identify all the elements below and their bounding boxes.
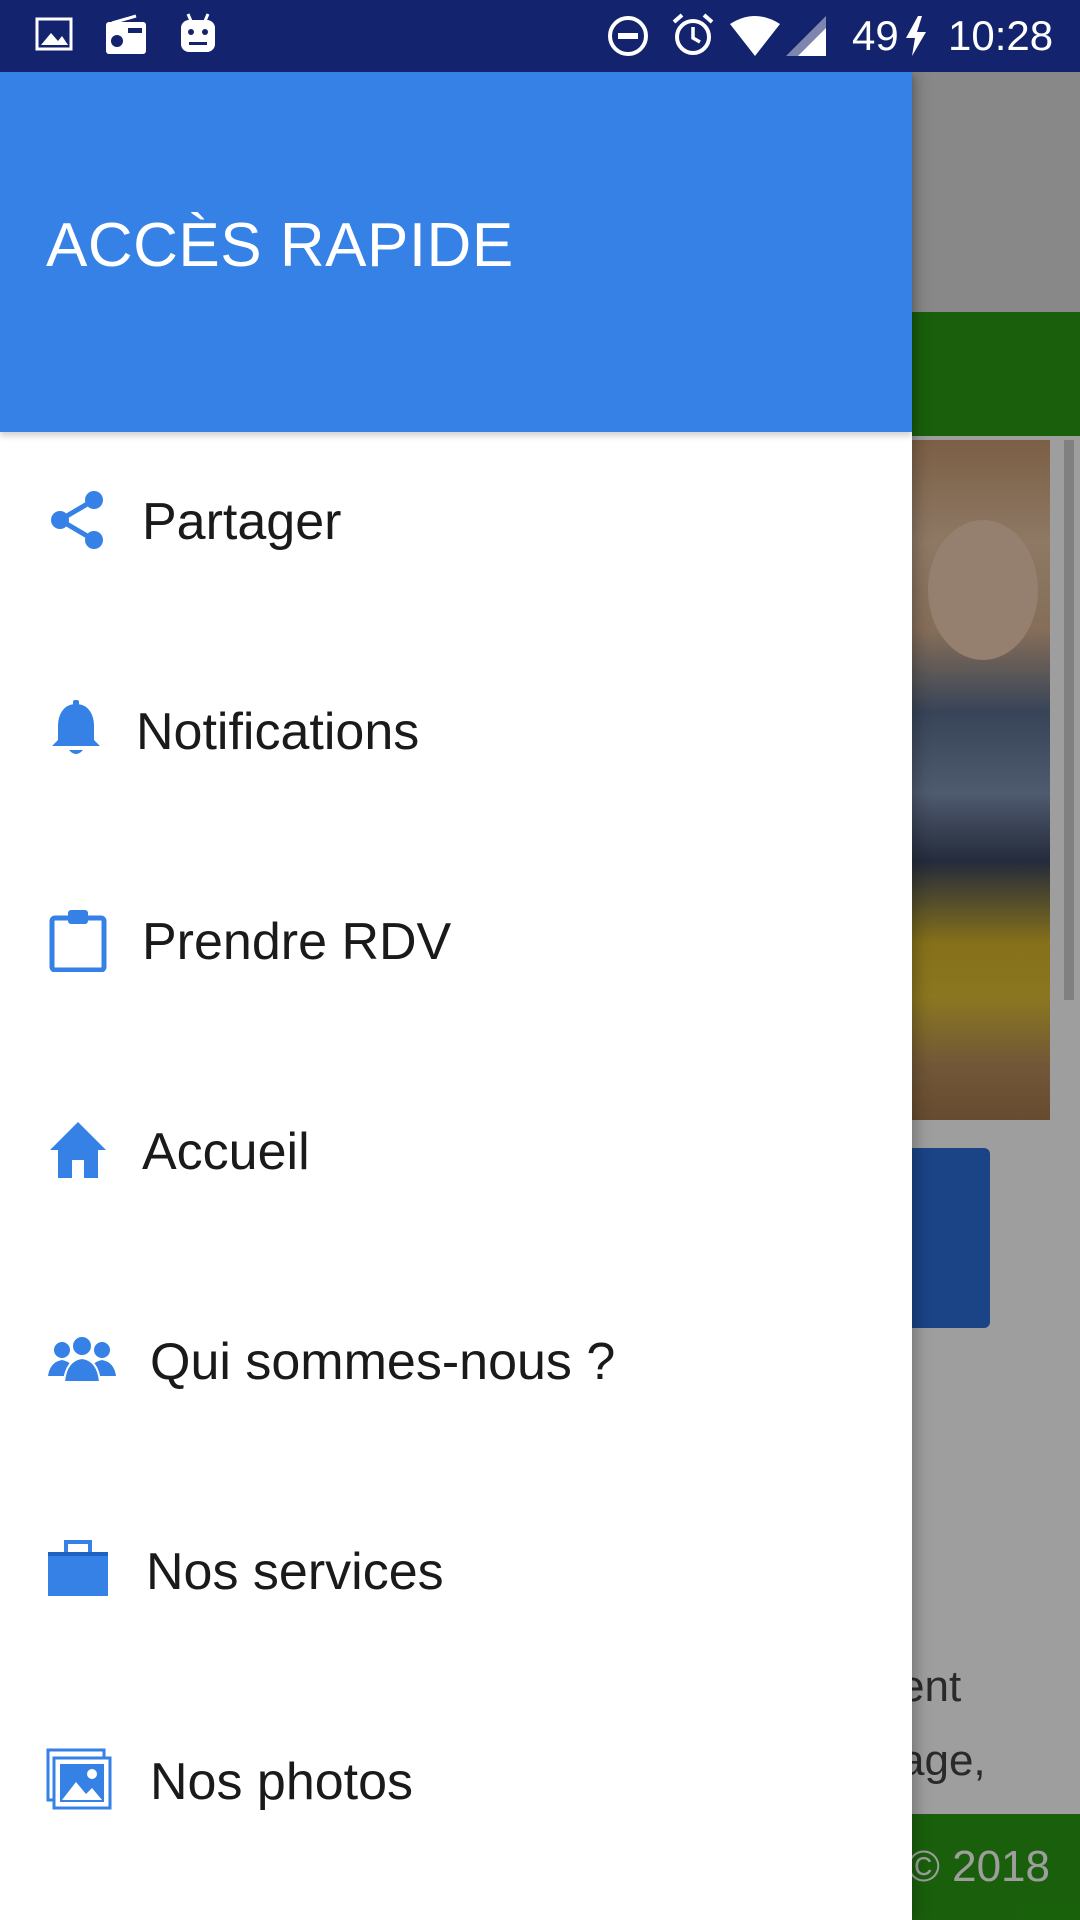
menu-item-label: Qui sommes-nous ?: [150, 1333, 616, 1391]
menu-item-qui-sommes-nous[interactable]: Qui sommes-nous ?: [0, 1272, 912, 1482]
image-icon: [35, 17, 73, 51]
menu-item-label: Notifications: [136, 703, 420, 761]
status-bar: 49 10:28: [0, 0, 1080, 72]
group-icon: [48, 1335, 116, 1383]
charging-icon: [906, 16, 926, 56]
drawer-header: ACCÈS RAPIDE: [0, 72, 912, 432]
menu-item-nos-services[interactable]: Nos services: [0, 1482, 912, 1692]
menu-item-label: Nos photos: [150, 1753, 414, 1811]
clipboard-icon: [49, 910, 107, 972]
radio-icon: [106, 14, 146, 54]
menu-item-prendre-rdv[interactable]: Prendre RDV: [0, 852, 912, 1062]
battery-level: 49: [852, 12, 899, 59]
menu-item-nos-photos[interactable]: Nos photos: [0, 1692, 912, 1902]
briefcase-icon: [48, 1540, 108, 1596]
screen: 49 10:28 ent age, © 2018 ACCÈS RAPIDE Pa…: [0, 0, 1080, 1920]
menu-item-partager[interactable]: Partager: [0, 432, 912, 642]
menu-item-label: Prendre RDV: [142, 913, 452, 971]
do-not-disturb-icon: [608, 16, 648, 56]
signal-icon: [786, 16, 826, 56]
menu-item-label: Partager: [142, 493, 342, 551]
share-icon: [51, 491, 103, 549]
menu-item-label: Accueil: [142, 1123, 310, 1181]
photos-icon: [46, 1748, 112, 1810]
navigation-drawer: ACCÈS RAPIDE Partager Notifications Pren…: [0, 72, 912, 1920]
drawer-menu: Partager Notifications Prendre RDV Accue…: [0, 432, 912, 1902]
menu-item-label: Nos services: [146, 1543, 444, 1601]
menu-item-accueil[interactable]: Accueil: [0, 1062, 912, 1272]
android-icon: [181, 13, 215, 52]
drawer-title: ACCÈS RAPIDE: [46, 211, 514, 280]
home-icon: [50, 1122, 106, 1178]
menu-item-notifications[interactable]: Notifications: [0, 642, 912, 852]
wifi-icon: [730, 16, 780, 56]
bell-icon: [52, 700, 100, 754]
alarm-icon: [672, 13, 714, 55]
clock: 10:28: [948, 12, 1054, 59]
